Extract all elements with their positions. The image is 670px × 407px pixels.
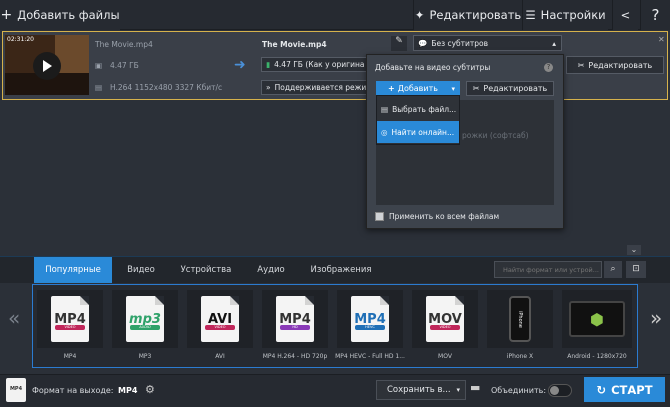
chevron-down-icon: ▾ [451,84,455,93]
tab-popular[interactable]: Популярные [34,257,112,283]
format-tile-avi[interactable]: AVI VIDEO [187,290,253,348]
share-icon[interactable]: < [612,0,638,30]
settings-button[interactable]: ☰ Настройки [522,0,608,30]
scroll-right-icon[interactable]: » [650,306,662,330]
file-icon: ▤ [381,104,389,114]
save-to-dropdown[interactable]: Сохранить в... ▾ [376,380,466,400]
help-icon[interactable]: ? [640,0,670,30]
format-label: Android - 1280x720 [567,353,627,360]
format-search-input[interactable] [494,261,602,278]
subtitles-icon: 💬 [418,38,428,48]
format-tile-mp4-hevc[interactable]: MP4 HEVC [337,290,403,348]
tab-video[interactable]: Видео [114,257,168,283]
video-codec-icon: ▤ [95,83,103,92]
format-label: MP3 [138,353,152,360]
iphone-icon: iPhone [509,296,531,342]
merge-toggle[interactable] [548,384,572,397]
tab-devices[interactable]: Устройства [168,257,244,283]
fast-forward-icon: » [266,83,271,92]
mp4-icon: MP4 VIDEO [51,296,89,342]
file-icon: ▮ [266,60,271,69]
plus-icon: + [0,7,13,23]
format-tile-android[interactable]: ⬢ [562,290,632,348]
subtitle-hint: рожки (софтсаб) [462,131,529,140]
format-tile-mp3[interactable]: mp3 AUDIO [112,290,178,348]
folder-icon[interactable]: ▬ [470,381,480,394]
output-filename: The Movie.mp4 [262,40,327,49]
collapse-chevron-icon[interactable]: ⌄ [627,245,641,255]
output-size-field[interactable]: ▮ 4.47 ГБ (Как у оригина [261,57,371,72]
avi-icon: AVI VIDEO [201,296,239,342]
tab-audio[interactable]: Аудио [244,257,298,283]
play-icon[interactable] [33,52,61,80]
merge-label: Объединить: [491,386,547,395]
convert-arrow-icon: ➜ [234,57,246,73]
format-tile-mp4-hd720[interactable]: MP4 HD [262,290,328,348]
output-format-label: Формат на выходе: [32,386,114,395]
convert-icon: ↻ [596,382,607,397]
popup-title: Добавьте на видео субтитры [375,63,491,72]
android-icon: ⬢ [569,301,625,337]
menu-item-find-online[interactable]: ◎ Найти онлайн... [377,121,459,143]
mp4-hevc-icon: MP4 HEVC [351,296,389,342]
menu-item-choose-file[interactable]: ▤ Выбрать файл... [377,99,459,119]
mov-icon: MOV VIDEO [426,296,464,342]
scissors-icon: ✂ [472,84,480,93]
mp4-hd-icon: MP4 HD [276,296,314,342]
format-tile-iphone[interactable]: iPhone [487,290,553,348]
format-label: MP4 H.264 - HD 720p [262,353,328,360]
chevron-up-icon: ▴ [552,38,556,48]
format-tile-mp4[interactable]: MP4 VIDEO [37,290,103,348]
rename-pencil-icon[interactable]: ✎ [391,36,407,51]
scroll-left-icon[interactable]: « [8,306,20,330]
start-button[interactable]: ↻ СТАРТ [584,377,665,402]
search-circle-icon: ◎ [381,127,388,137]
format-label: MP4 HEVC - Full HD 1... [335,353,405,360]
format-label: MP4 [63,353,77,360]
plus-icon: + [388,84,395,93]
menu-icon: ☰ [525,8,536,22]
source-filename: The Movie.mp4 [95,40,153,49]
source-meta: H.264 1152x480 3327 Кбит/с [110,83,223,92]
output-format-value: MP4 [118,386,138,395]
help-icon[interactable]: ? [544,63,553,72]
scissors-icon: ✂ [577,60,585,70]
format-tile-mov[interactable]: MOV VIDEO [412,290,478,348]
mp3-icon: mp3 AUDIO [126,296,164,342]
close-icon[interactable]: ✕ [658,35,665,44]
file-edit-button[interactable]: ✂ Редактировать [566,56,664,74]
device-detect-icon[interactable]: ⊡ [626,261,646,278]
apply-all-checkbox[interactable] [375,212,384,221]
video-duration: 02:31:20 [7,36,34,43]
add-files-button[interactable]: + Добавить файлы [0,0,120,30]
magic-wand-icon: ✦ [414,8,425,22]
tab-images[interactable]: Изображения [298,257,384,283]
source-size: 4.47 ГБ [110,61,139,70]
chevron-down-icon: ▾ [456,386,460,394]
support-mode-field: » Поддерживается режим [261,80,371,95]
add-subtitle-button[interactable]: + Добавить ▾ [376,81,460,96]
format-label: AVI [215,353,225,360]
subtitles-dropdown[interactable]: 💬 Без субтитров ▴ [413,35,562,51]
format-label: MOV [438,353,452,360]
search-icon[interactable]: ⌕ [604,261,622,278]
format-label: iPhone X [506,353,534,360]
subtitle-edit-button[interactable]: ✂ Редактировать [466,81,554,96]
gear-icon[interactable]: ⚙ [145,383,155,396]
edit-button[interactable]: ✦ Редактировать [413,0,522,30]
apply-all-label: Применить ко всем файлам [389,212,500,221]
folder-icon: ▣ [95,61,103,70]
output-format-icon: MP4 [6,378,26,402]
